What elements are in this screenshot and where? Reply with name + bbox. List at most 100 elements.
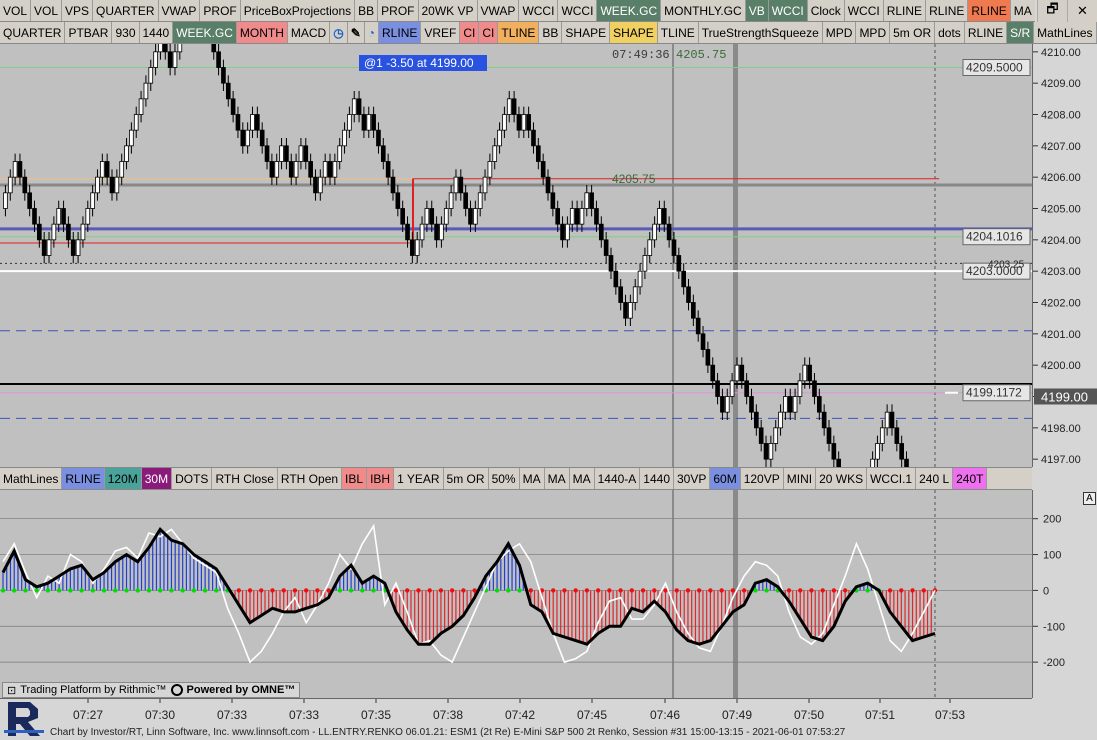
toolbar-top-button-12[interactable]: WCCI bbox=[558, 0, 598, 21]
toolbar-bottom-button-17[interactable]: 30VP bbox=[674, 468, 711, 489]
toolbar-second-button-1[interactable]: PTBAR bbox=[65, 22, 113, 43]
restore-window-icon[interactable]: 🗗 bbox=[1037, 0, 1067, 22]
osc-dot-39 bbox=[438, 588, 444, 593]
toolbar-second-button-19[interactable]: TrueStrengthSqueeze bbox=[699, 22, 823, 43]
price-axis[interactable]: 4197.00 4198.00 4199.00 4200.00 4201.00 4202.… bbox=[1032, 44, 1097, 467]
toolbar-second-button-26[interactable]: MathLines bbox=[1034, 22, 1097, 43]
toolbar-top-button-5[interactable]: PROF bbox=[200, 0, 241, 21]
osc-dot-17 bbox=[191, 588, 197, 593]
toolbar-top-button-9[interactable]: 20WK VP bbox=[419, 0, 478, 21]
renko-chart[interactable]: 4205.75 @1 -3.50 at 4199.00 07:49:36 4205.7… bbox=[0, 44, 1032, 467]
toolbar-second-button-4[interactable]: WEEK.GC bbox=[173, 22, 237, 43]
toolbar-second-button-23[interactable]: dots bbox=[935, 22, 965, 43]
toolbar-bottom-button-11[interactable]: 50% bbox=[489, 468, 520, 489]
renko-brick-119 bbox=[579, 208, 585, 225]
toolbar-bottom-button-6[interactable]: RTH Open bbox=[278, 468, 343, 489]
oscillator-settings-box[interactable]: A bbox=[1083, 492, 1096, 505]
toolbar-bottom-button-22[interactable]: WCCI.1 bbox=[867, 468, 917, 489]
toolbar-top-button-10[interactable]: VWAP bbox=[478, 0, 520, 21]
toolbar-top-button-6[interactable]: PriceBoxProjections bbox=[241, 0, 356, 21]
toolbar-bottom-button-14[interactable]: MA bbox=[570, 468, 595, 489]
toolbar-top-button-7[interactable]: BB bbox=[355, 0, 379, 21]
toolbar-bottom-button-1[interactable]: RLINE bbox=[62, 468, 105, 489]
toolbar-top-button-18[interactable]: WCCI bbox=[845, 0, 884, 21]
toolbar-second-button-0[interactable]: QUARTER bbox=[0, 22, 66, 43]
toolbar-bottom-button-19[interactable]: 120VP bbox=[741, 468, 784, 489]
toolbar-bottom-button-20[interactable]: MINI bbox=[784, 468, 817, 489]
renko-brick-149 bbox=[724, 396, 730, 413]
toolbar-top-button-17[interactable]: Clock bbox=[808, 0, 845, 21]
toolbar-bottom-button-10[interactable]: 5m OR bbox=[444, 468, 489, 489]
toolbar-second-button-13[interactable]: CI bbox=[479, 22, 499, 43]
toolbar-bottom-button-2[interactable]: 120M bbox=[104, 468, 142, 489]
toolbar-top-button-14[interactable]: MONTHLY.GC bbox=[661, 0, 746, 21]
toolbar-bottom-button-3[interactable]: 30M bbox=[141, 468, 173, 489]
renko-brick-93 bbox=[453, 176, 459, 194]
renko-brick-46 bbox=[225, 82, 231, 100]
toolbar-second-button-11[interactable]: VREF bbox=[421, 22, 461, 43]
toolbar-second-button-8[interactable]: ✎ bbox=[348, 22, 365, 43]
toolbar-top-button-8[interactable]: PROF bbox=[378, 0, 419, 21]
toolbar-second-button-21[interactable]: MPD bbox=[856, 22, 891, 43]
crosshair-info: @1 -3.50 at 4199.00 bbox=[359, 55, 487, 71]
toolbar-top-button-16[interactable]: WCCI bbox=[768, 0, 808, 21]
toolbar-second-button-22[interactable]: 5m OR bbox=[890, 22, 936, 43]
toolbar-top-button-20[interactable]: RLINE bbox=[926, 0, 969, 21]
toolbar-second-button-25[interactable]: S/R bbox=[1007, 22, 1035, 43]
toolbar-top-button-2[interactable]: VPS bbox=[62, 0, 94, 21]
cci-oscillator-chart[interactable] bbox=[0, 490, 1032, 698]
price-chart-panel[interactable]: 4205.75 @1 -3.50 at 4199.00 07:49:36 4205.7… bbox=[0, 44, 1032, 467]
toolbar-bottom-button-18[interactable]: 60M bbox=[710, 468, 741, 489]
toolbar-bottom-button-15[interactable]: 1440-A bbox=[595, 468, 641, 489]
toolbar-top-button-3[interactable]: QUARTER bbox=[93, 0, 159, 21]
toolbar-top-button-19[interactable]: RLINE bbox=[884, 0, 927, 21]
toolbar-top-button-0[interactable]: VOL bbox=[0, 0, 32, 21]
toolbar-top-button-4[interactable]: VWAP bbox=[159, 0, 201, 21]
renko-brick-24 bbox=[119, 161, 125, 178]
toolbar-top-button-21[interactable]: RLINE bbox=[968, 0, 1011, 21]
toolbar-top-button-22[interactable]: MA bbox=[1011, 0, 1035, 21]
toolbar-second-button-3[interactable]: 1440 bbox=[140, 22, 174, 43]
toolbar-bottom-button-16[interactable]: 1440 bbox=[640, 468, 674, 489]
toolbar-bottom-button-13[interactable]: MA bbox=[545, 468, 570, 489]
toolbar-second-button-18[interactable]: TLINE bbox=[658, 22, 699, 43]
renko-brick-63 bbox=[308, 161, 313, 178]
toolbar-second-button-6[interactable]: MACD bbox=[288, 22, 331, 43]
osc-dot-47 bbox=[528, 588, 533, 593]
toolbar-top-button-1[interactable]: VOL bbox=[31, 0, 63, 21]
toolbar-bottom-button-12[interactable]: MA bbox=[520, 468, 545, 489]
renko-brick-162 bbox=[787, 396, 793, 413]
toolbar-bottom-button-23[interactable]: 240 L bbox=[916, 468, 954, 489]
toolbar-bottom-button-21[interactable]: 20 WKS bbox=[816, 468, 868, 489]
toolbar-bottom-button-5[interactable]: RTH Close bbox=[212, 468, 278, 489]
time-axis[interactable]: 07:27 07:30 07:33 07:33 07:35 07:38 07:42 07:45… bbox=[0, 698, 1032, 726]
close-window-icon[interactable]: ✕ bbox=[1067, 0, 1097, 22]
oscillator-axis[interactable]: A 200 100 0 -100 -200 bbox=[1032, 490, 1097, 698]
toolbar-bottom-button-4[interactable]: DOTS bbox=[172, 468, 213, 489]
toolbar-bottom-button-8[interactable]: IBH bbox=[367, 468, 395, 489]
toolbar-bottom-button-7[interactable]: IBL bbox=[342, 468, 368, 489]
toolbar-second-button-16[interactable]: SHAPE bbox=[562, 22, 611, 43]
time-tick-label-4: 07:35 bbox=[361, 708, 391, 722]
toolbar-top-button-15[interactable]: VB bbox=[745, 0, 769, 21]
toolbar-second-button-9[interactable]: ◔ bbox=[365, 22, 380, 43]
toolbar-second-button-7[interactable]: ◷ bbox=[330, 22, 348, 43]
oscillator-panel[interactable] bbox=[0, 490, 1032, 698]
toolbar-second-button-14[interactable]: TLINE bbox=[498, 22, 540, 43]
toolbar-second-button-10[interactable]: RLINE bbox=[379, 22, 422, 43]
toolbar-top-button-11[interactable]: WCCI bbox=[519, 0, 559, 21]
toolbar-top-button-13[interactable]: WEEK.GC bbox=[597, 0, 662, 21]
toolbar-bottom-button-9[interactable]: 1 YEAR bbox=[394, 468, 444, 489]
toolbar-bottom-button-24[interactable]: 240T bbox=[953, 468, 988, 489]
renko-brick-4 bbox=[22, 176, 28, 194]
renko-brick-1 bbox=[7, 176, 13, 194]
toolbar-second-button-17[interactable]: SHAPE bbox=[610, 22, 658, 43]
toolbar-second-button-15[interactable]: BB bbox=[539, 22, 563, 43]
toolbar-second-button-20[interactable]: MPD bbox=[823, 22, 857, 43]
toolbar-second-button-12[interactable]: CI bbox=[460, 22, 480, 43]
toolbar-second-button-24[interactable]: RLINE bbox=[965, 22, 1008, 43]
toolbar-second-button-2[interactable]: 930 bbox=[112, 22, 140, 43]
toolbar-second-button-5[interactable]: MONTH bbox=[236, 22, 288, 43]
toolbar-bottom-button-0[interactable]: MathLines bbox=[0, 468, 63, 489]
time-tick-label-3: 07:33 bbox=[289, 708, 319, 722]
